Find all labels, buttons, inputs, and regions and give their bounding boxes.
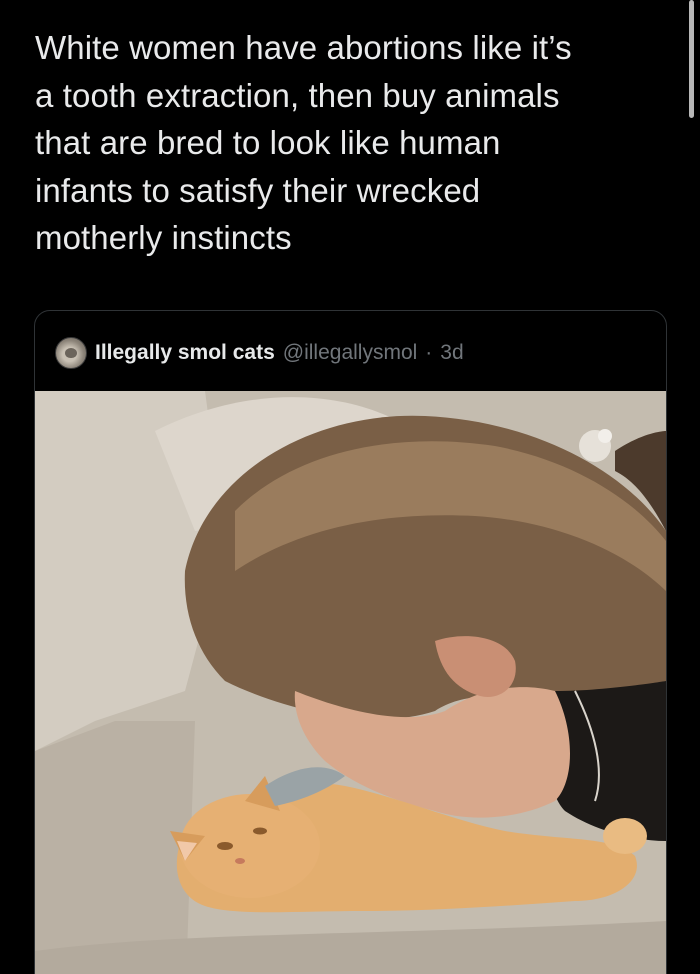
user-handle[interactable]: @illegallysmol (283, 341, 418, 365)
tweet-age[interactable]: 3d (440, 341, 463, 365)
couch-seat-left (35, 721, 195, 974)
kitten-head (180, 794, 320, 898)
kitten-eye (217, 842, 233, 850)
separator-dot: · (425, 341, 433, 364)
screen: White women have abortions like it’s a t… (0, 0, 700, 974)
quoted-tweet-header: Illegally smol cats @illegallysmol · 3d (55, 337, 464, 369)
tweet-text: White women have abortions like it’s a t… (35, 29, 572, 256)
cat-avatar-icon[interactable] (55, 337, 87, 369)
quoted-tweet-card[interactable]: Illegally smol cats @illegallysmol · 3d (34, 310, 667, 974)
display-name[interactable]: Illegally smol cats (95, 341, 275, 365)
scrollbar[interactable] (689, 0, 694, 118)
kitten-paw (603, 818, 647, 854)
media-illustration (35, 391, 666, 974)
tweet-media-image[interactable] (35, 391, 666, 974)
kitten-nose (235, 858, 245, 864)
